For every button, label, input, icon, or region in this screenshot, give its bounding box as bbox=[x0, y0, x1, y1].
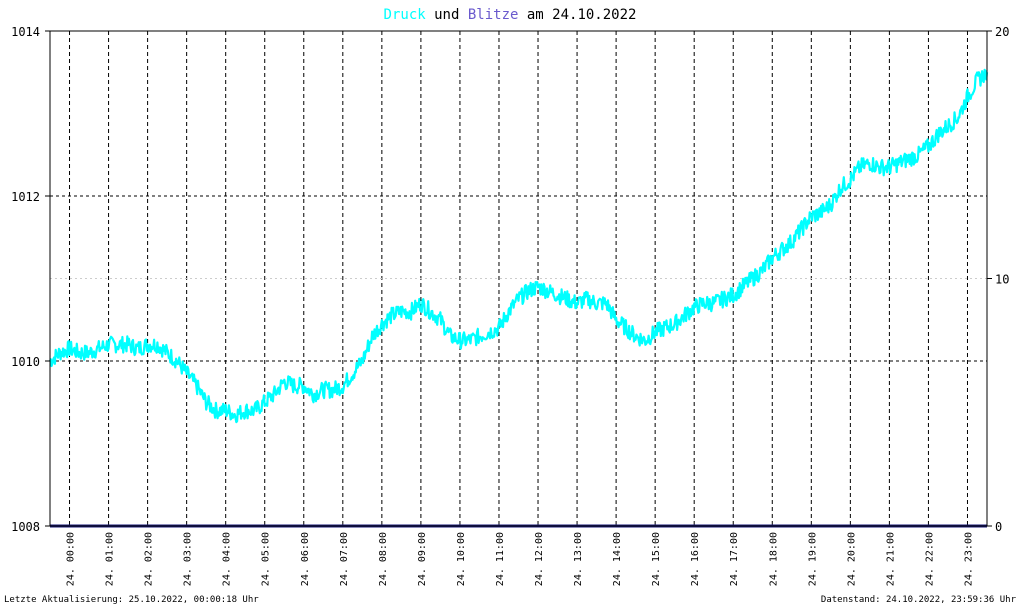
y-left-tick-label: 1014 bbox=[11, 25, 40, 39]
x-tick-label: 24. 22:00 bbox=[924, 532, 935, 586]
title-blitze: Blitze bbox=[468, 7, 519, 23]
title-und: und bbox=[426, 7, 468, 23]
chart-background bbox=[0, 0, 1020, 606]
pressure-lightning-chart: Druck und Blitze am 24.10.2022 24. 00:00… bbox=[0, 0, 1020, 606]
x-tick-label: 24. 02:00 bbox=[144, 532, 155, 586]
x-tick-label: 24. 10:00 bbox=[456, 532, 467, 586]
x-tick-label: 24. 18:00 bbox=[768, 532, 779, 586]
title-date: am 24.10.2022 bbox=[518, 7, 636, 23]
y-left-tick-label: 1008 bbox=[11, 520, 40, 534]
x-tick-label: 24. 07:00 bbox=[339, 532, 350, 586]
y-right-tick-label: 0 bbox=[995, 520, 1002, 534]
x-tick-label: 24. 12:00 bbox=[534, 532, 545, 586]
x-tick-label: 24. 17:00 bbox=[729, 532, 740, 586]
y-left-tick-label: 1012 bbox=[11, 190, 40, 204]
x-tick-label: 24. 00:00 bbox=[66, 532, 77, 586]
x-tick-label: 24. 11:00 bbox=[495, 532, 506, 586]
x-tick-label: 24. 09:00 bbox=[417, 532, 428, 586]
x-tick-label: 24. 15:00 bbox=[651, 532, 662, 586]
x-tick-label: 24. 05:00 bbox=[261, 532, 272, 586]
chart-container: Druck und Blitze am 24.10.2022 24. 00:00… bbox=[0, 0, 1020, 606]
x-tick-label: 24. 03:00 bbox=[183, 532, 194, 586]
x-tick-label: 24. 21:00 bbox=[885, 532, 896, 586]
y-right-tick-label: 20 bbox=[995, 25, 1009, 39]
x-tick-label: 24. 16:00 bbox=[690, 532, 701, 586]
x-tick-label: 24. 06:00 bbox=[300, 532, 311, 586]
y-right-tick-label: 10 bbox=[995, 273, 1009, 287]
footer-data-status: Datenstand: 24.10.2022, 23:59:36 Uhr bbox=[821, 595, 1017, 605]
title-druck: Druck bbox=[384, 7, 427, 23]
footer-last-update: Letzte Aktualisierung: 25.10.2022, 00:00… bbox=[4, 595, 259, 605]
x-tick-label: 24. 04:00 bbox=[222, 532, 233, 586]
x-tick-label: 24. 20:00 bbox=[846, 532, 857, 586]
x-tick-label: 24. 01:00 bbox=[105, 532, 116, 586]
x-tick-label: 24. 14:00 bbox=[612, 532, 623, 586]
x-tick-label: 24. 23:00 bbox=[963, 532, 974, 586]
x-tick-label: 24. 13:00 bbox=[573, 532, 584, 586]
x-tick-label: 24. 19:00 bbox=[807, 532, 818, 586]
chart-title: Druck und Blitze am 24.10.2022 bbox=[384, 7, 637, 23]
x-tick-label: 24. 08:00 bbox=[378, 532, 389, 586]
y-left-tick-label: 1010 bbox=[11, 355, 40, 369]
